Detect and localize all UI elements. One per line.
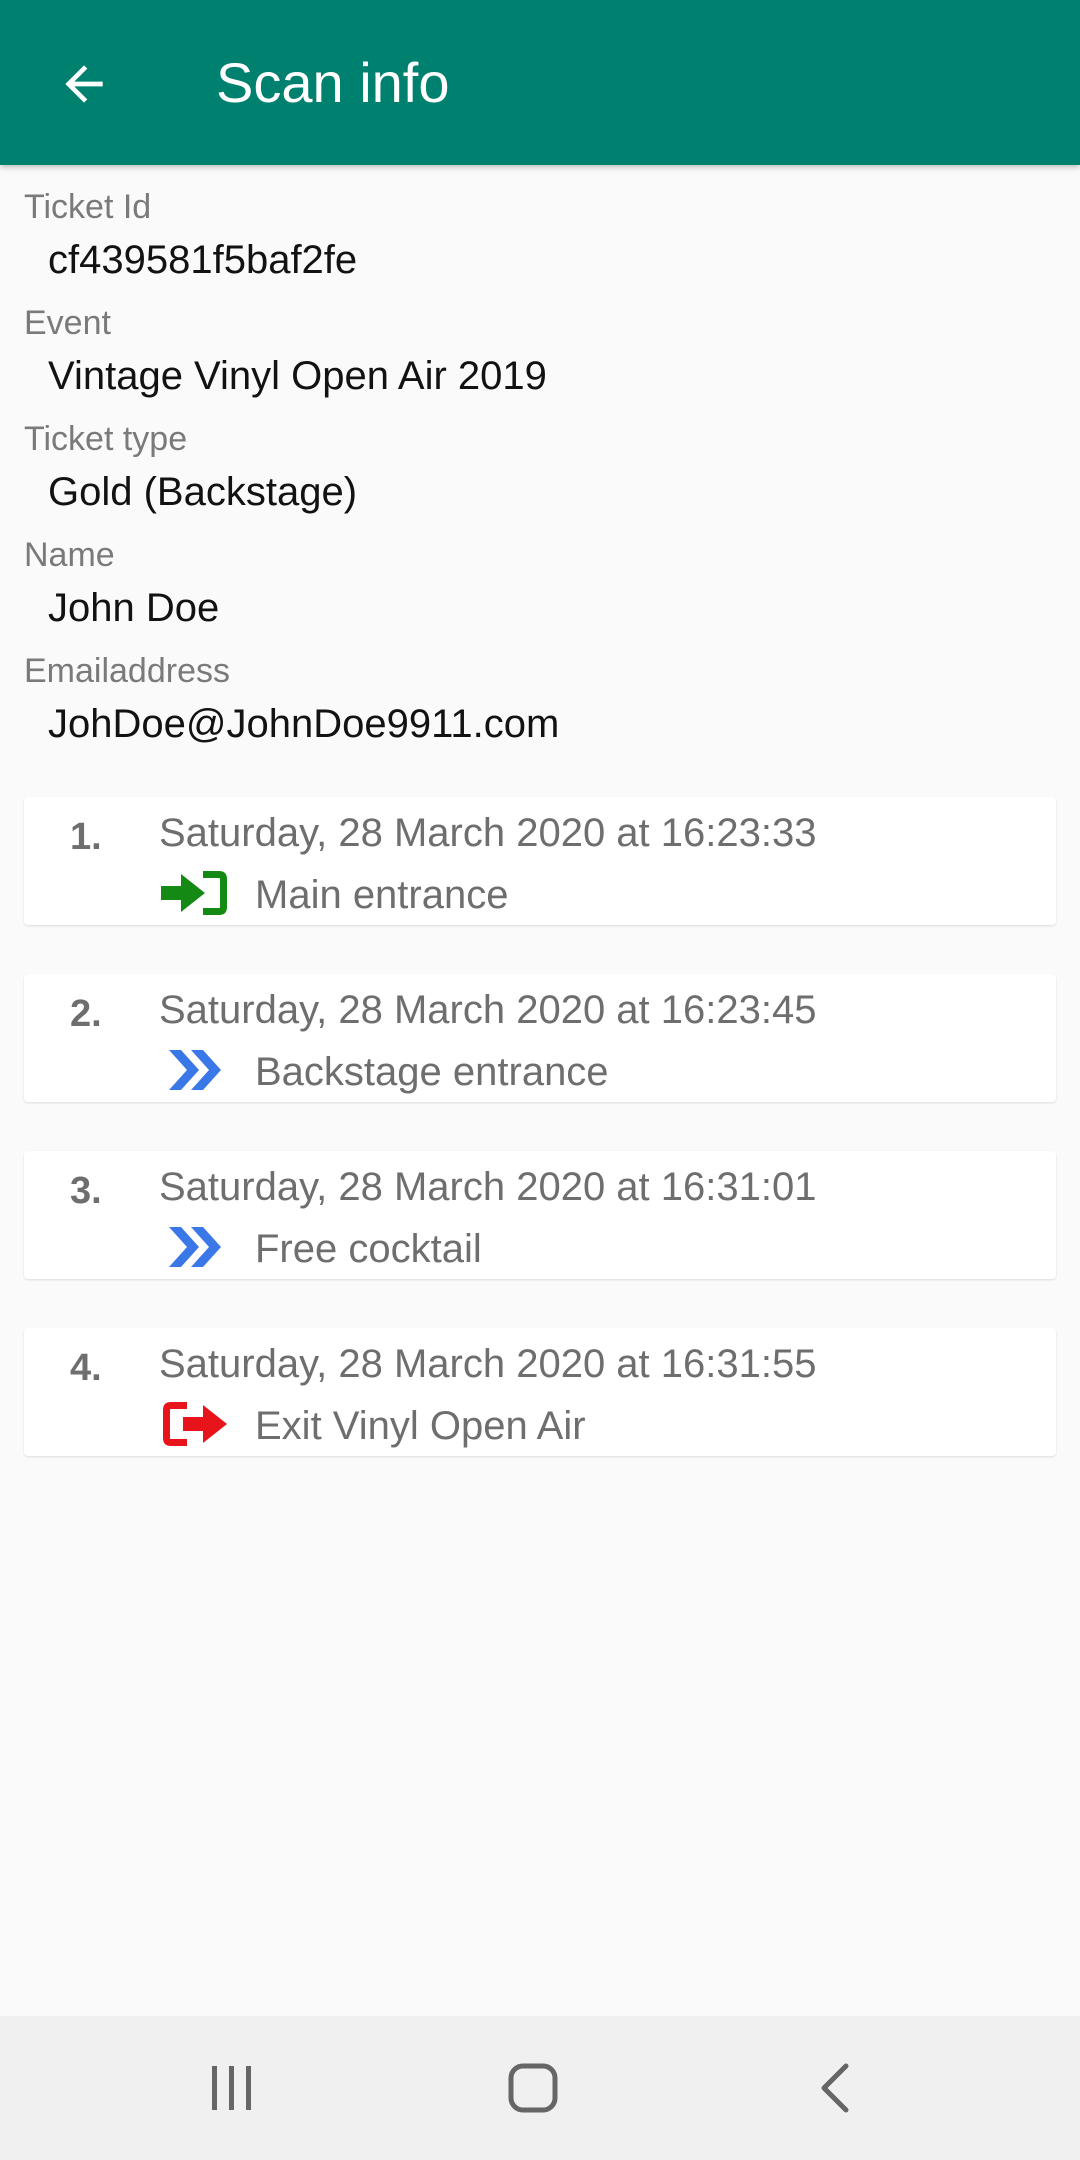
page-title: Scan info bbox=[216, 51, 450, 114]
field-value: Gold (Backstage) bbox=[48, 470, 358, 514]
scan-time: Saturday, 28 March 2020 at 16:23:33 bbox=[159, 811, 817, 855]
field-label: Emailaddress bbox=[24, 652, 230, 690]
scan-number: 2. bbox=[70, 993, 102, 1035]
sign-out-icon bbox=[158, 1396, 232, 1452]
ticket-details: Ticket Id cf439581f5baf2fe Event Vintage… bbox=[0, 187, 1080, 749]
scan-time: Saturday, 28 March 2020 at 16:23:45 bbox=[159, 988, 817, 1032]
name-field: Name John Doe bbox=[0, 535, 1080, 633]
scan-card[interactable]: 1. Saturday, 28 March 2020 at 16:23:33 M… bbox=[24, 797, 1056, 925]
recent-apps-icon bbox=[212, 2066, 251, 2110]
field-value: John Doe bbox=[48, 586, 220, 630]
field-label: Event bbox=[24, 304, 111, 342]
scan-place: Backstage entrance bbox=[255, 1050, 609, 1094]
email-field: Emailaddress JohDoe@JohnDoe9911.com bbox=[0, 651, 1080, 749]
event-field: Event Vintage Vinyl Open Air 2019 bbox=[0, 303, 1080, 401]
scan-info-content: Ticket Id cf439581f5baf2fe Event Vintage… bbox=[0, 165, 1080, 1505]
home-button[interactable] bbox=[485, 2048, 581, 2128]
double-chevron-right-icon bbox=[158, 1219, 232, 1275]
field-value: JohDoe@JohnDoe9911.com bbox=[48, 702, 560, 746]
scan-card[interactable]: 4. Saturday, 28 March 2020 at 16:31:55 E… bbox=[24, 1328, 1056, 1456]
ticket-id-field: Ticket Id cf439581f5baf2fe bbox=[0, 187, 1080, 285]
ticket-type-field: Ticket type Gold (Backstage) bbox=[0, 419, 1080, 517]
scan-number: 1. bbox=[70, 816, 102, 858]
field-value: cf439581f5baf2fe bbox=[48, 238, 358, 282]
double-chevron-right-icon bbox=[158, 1042, 232, 1098]
arrow-left-icon bbox=[65, 65, 103, 103]
scan-list: 1. Saturday, 28 March 2020 at 16:23:33 M… bbox=[0, 797, 1080, 1456]
home-icon bbox=[508, 2063, 558, 2113]
scan-place: Exit Vinyl Open Air bbox=[255, 1404, 586, 1448]
scan-number: 3. bbox=[70, 1170, 102, 1212]
field-label: Name bbox=[24, 536, 115, 574]
scan-number: 4. bbox=[70, 1347, 102, 1389]
field-label: Ticket type bbox=[24, 420, 188, 458]
scan-card[interactable]: 2. Saturday, 28 March 2020 at 16:23:45 B… bbox=[24, 974, 1056, 1102]
recent-apps-button[interactable] bbox=[184, 2048, 280, 2128]
back-button[interactable] bbox=[44, 44, 124, 124]
scan-place: Free cocktail bbox=[255, 1227, 482, 1271]
scan-time: Saturday, 28 March 2020 at 16:31:01 bbox=[159, 1165, 817, 1209]
field-value: Vintage Vinyl Open Air 2019 bbox=[48, 354, 547, 398]
system-back-button[interactable] bbox=[788, 2048, 884, 2128]
field-label: Ticket Id bbox=[24, 188, 152, 226]
scan-card[interactable]: 3. Saturday, 28 March 2020 at 16:31:01 F… bbox=[24, 1151, 1056, 1279]
back-chevron-icon bbox=[821, 2063, 849, 2113]
sign-in-icon bbox=[158, 865, 232, 921]
system-nav-bar bbox=[0, 2016, 1080, 2160]
scan-place: Main entrance bbox=[255, 873, 509, 917]
app-bar: Scan info bbox=[0, 0, 1080, 165]
scan-time: Saturday, 28 March 2020 at 16:31:55 bbox=[159, 1342, 817, 1386]
